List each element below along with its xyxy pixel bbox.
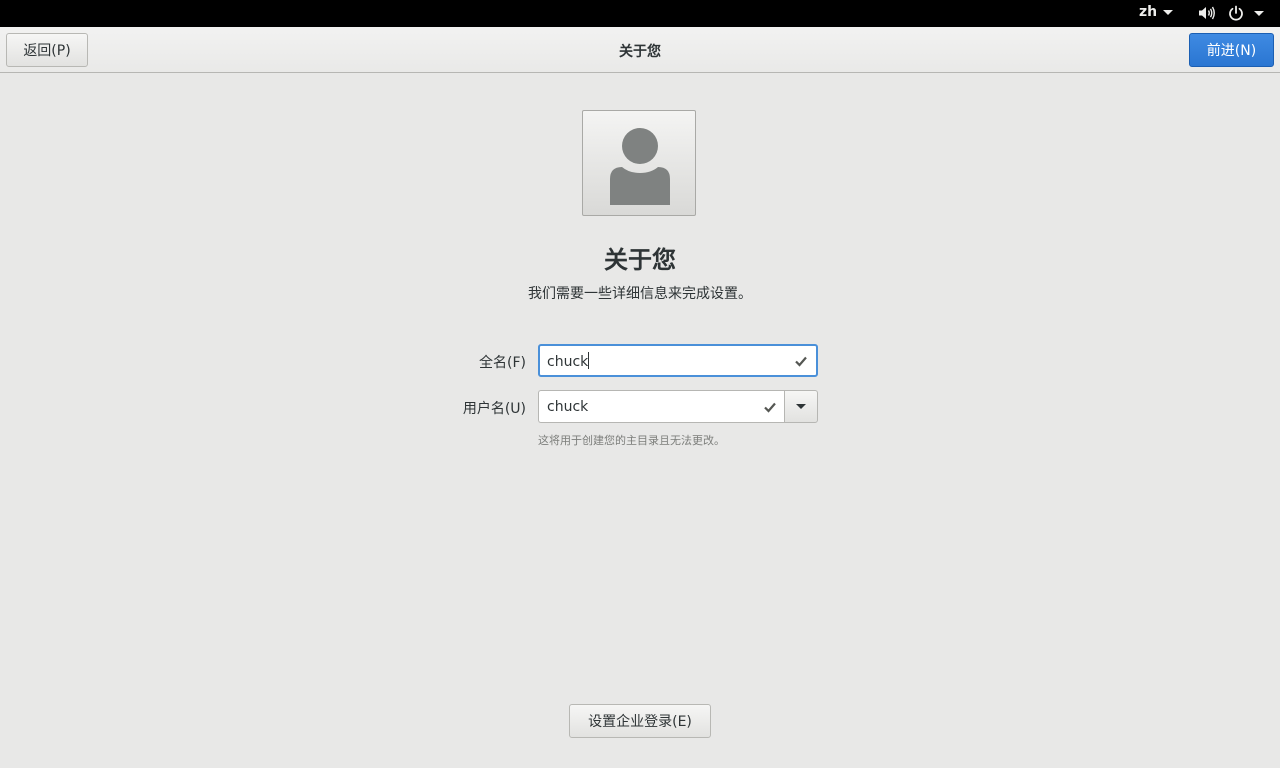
language-caret-icon <box>1163 9 1174 15</box>
avatar-button[interactable] <box>582 110 696 216</box>
username-value: chuck <box>547 398 589 415</box>
top-bar: zh <box>0 0 1280 27</box>
fullname-field[interactable]: chuck <box>538 344 818 377</box>
volume-icon <box>1199 6 1215 20</box>
page-heading: 关于您 <box>604 246 676 274</box>
fullname-value-wrap: chuck <box>540 351 794 370</box>
username-dropdown-button[interactable] <box>784 390 818 423</box>
power-icon <box>1229 5 1243 21</box>
header-bar: 返回(P) 关于您 前进(N) <box>0 27 1280 73</box>
enterprise-login-button[interactable]: 设置企业登录(E) <box>569 704 711 738</box>
system-menu-caret-icon <box>1254 10 1264 16</box>
checkmark-icon <box>764 402 776 413</box>
text-cursor <box>588 351 590 369</box>
fullname-label: 全名(F) <box>479 355 526 371</box>
username-hint: 这将用于创建您的主目录且无法更改。 <box>538 434 725 447</box>
next-button[interactable]: 前进(N) <box>1189 33 1274 67</box>
username-label: 用户名(U) <box>462 401 526 417</box>
chevron-down-icon <box>796 404 806 409</box>
fullname-value: chuck <box>547 353 589 370</box>
header-title: 关于您 <box>619 44 661 60</box>
page-subtitle: 我们需要一些详细信息来完成设置。 <box>528 286 752 302</box>
language-indicator[interactable]: zh <box>1139 4 1174 20</box>
username-field[interactable]: chuck <box>538 390 785 423</box>
language-label: zh <box>1139 4 1158 20</box>
user-avatar-icon <box>610 128 670 205</box>
system-menu[interactable] <box>1198 4 1264 22</box>
checkmark-icon <box>795 356 807 367</box>
